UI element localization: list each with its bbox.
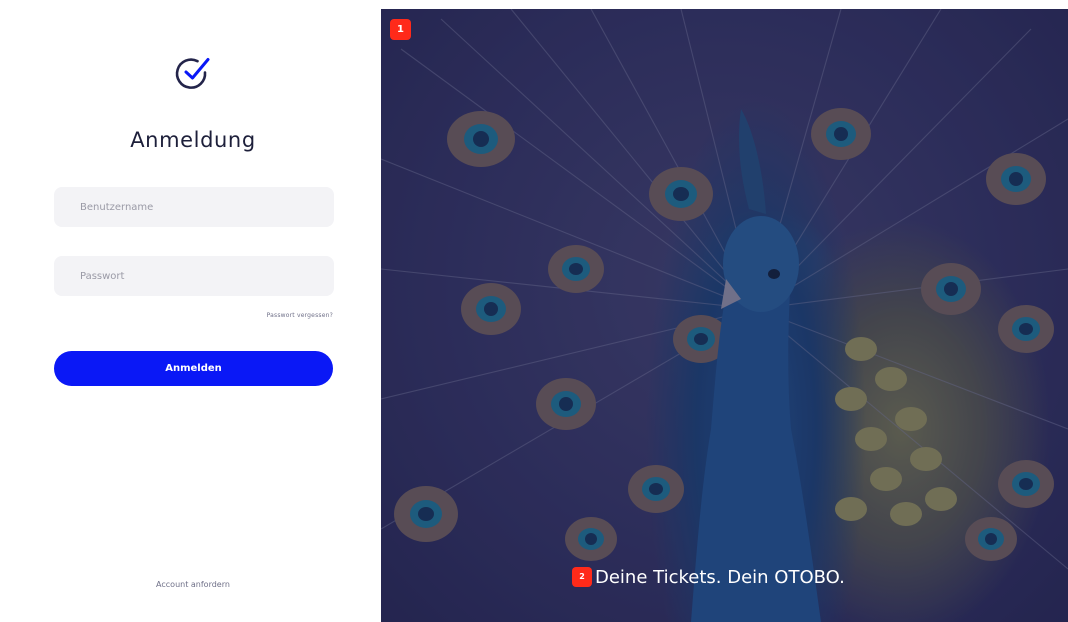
marker-badge-1: 1 (390, 19, 411, 40)
login-button[interactable]: Anmelden (54, 351, 333, 386)
forgot-password-link[interactable]: Passwort vergessen? (267, 312, 333, 319)
page-title: Anmeldung (130, 128, 256, 152)
hero-tagline: 2 Deine Tickets. Dein OTOBO. (572, 565, 845, 589)
marker-badge-2: 2 (572, 567, 592, 587)
password-field[interactable] (54, 256, 334, 296)
username-field[interactable] (54, 187, 334, 227)
hero-image: 1 2 Deine Tickets. Dein OTOBO. (381, 9, 1068, 622)
hero-overlay (381, 9, 1068, 622)
request-account-link[interactable]: Account anfordern (0, 580, 386, 589)
login-panel: Anmeldung Passwort vergessen? Anmelden A… (0, 0, 381, 622)
check-circle-icon (175, 58, 210, 89)
tagline-text: Deine Tickets. Dein OTOBO. (595, 566, 845, 588)
